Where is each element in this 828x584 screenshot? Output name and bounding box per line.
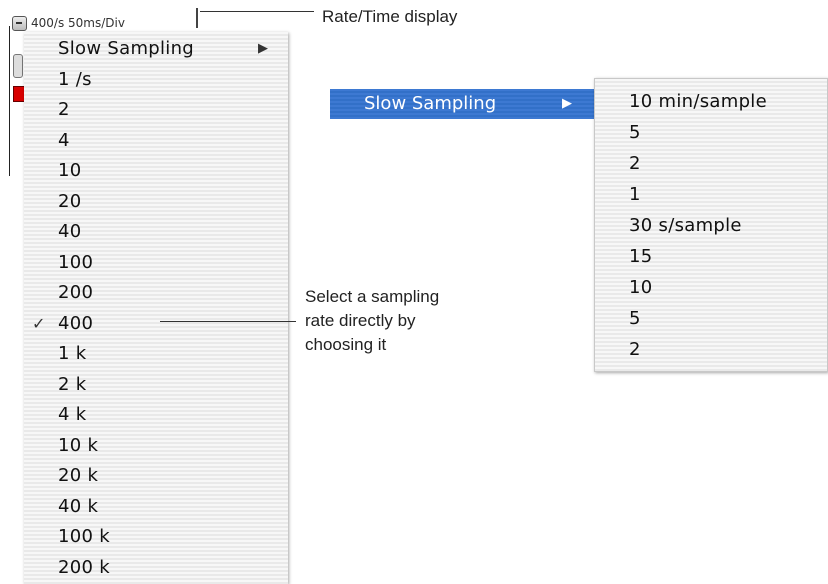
- slow-sampling-submenu: 10 min/sample 5 2 1 30 s/sample 15 10 5 2: [594, 78, 828, 372]
- submenu-item-label: 2: [629, 339, 641, 360]
- submenu-arrow-icon: ▶: [562, 96, 572, 111]
- window-divider: [196, 8, 198, 28]
- menu-item-label: 40: [58, 221, 82, 242]
- menu-item-label: 1 k: [58, 343, 87, 364]
- menu-item-label: 4: [58, 129, 70, 151]
- menu-item[interactable]: 2 k: [24, 370, 288, 400]
- submenu-item[interactable]: 2: [595, 335, 827, 365]
- rate-time-callout: Rate/Time display: [322, 7, 458, 26]
- menu-item-label: 100: [58, 251, 94, 273]
- menu-item[interactable]: 10 k: [24, 431, 288, 461]
- submenu-item-label: 5: [629, 308, 641, 329]
- menu-item-label: 20 k: [58, 465, 99, 486]
- slow-sampling-label: Slow Sampling: [364, 93, 497, 114]
- submenu-item[interactable]: 5: [595, 304, 827, 334]
- checkmark-icon: ✓: [32, 313, 46, 333]
- menu-item-label: 2 k: [58, 373, 87, 395]
- menu-item-label: 200 k: [58, 556, 111, 578]
- submenu-item[interactable]: 10: [595, 273, 827, 303]
- menu-item[interactable]: 40 k: [24, 492, 288, 522]
- menu-item-label: 10: [58, 160, 82, 181]
- rate-time-callout-line: [200, 11, 314, 12]
- menu-item-label: 2: [58, 99, 70, 120]
- side-control-button[interactable]: [13, 54, 23, 78]
- select-rate-callout-line2: rate directly by: [305, 311, 416, 330]
- menu-item[interactable]: 20: [24, 187, 288, 217]
- menu-item[interactable]: 2: [24, 95, 288, 125]
- submenu-item-label: 1: [629, 184, 641, 205]
- menu-item[interactable]: Slow Sampling ▶: [24, 34, 288, 64]
- menu-item-label: 400: [58, 312, 94, 334]
- submenu-item[interactable]: 30 s/sample: [595, 211, 827, 241]
- submenu-item-label: 15: [629, 246, 653, 267]
- menu-item[interactable]: 10: [24, 156, 288, 186]
- menu-item[interactable]: 20 k: [24, 461, 288, 491]
- menu-item-label: 100 k: [58, 526, 111, 547]
- sampling-rate-menu: Slow Sampling ▶ 1 /s 2 4 10 20 40 100 200 ✓ 400 1 k 2…: [24, 32, 288, 584]
- menu-item[interactable]: 100 k: [24, 522, 288, 552]
- submenu-item[interactable]: 1: [595, 180, 827, 210]
- submenu-arrow-icon: ▶: [258, 41, 269, 56]
- submenu-item-label: 2: [629, 153, 641, 174]
- menu-item-label: 1 /s: [58, 68, 92, 90]
- submenu-item-label: 30 s/sample: [629, 215, 742, 236]
- slow-sampling-menu-item-highlighted[interactable]: Slow Sampling ▶: [330, 89, 594, 119]
- rate-time-display-text: 400/s 50ms/Div: [31, 16, 125, 30]
- menu-item-label: 4 k: [58, 404, 87, 425]
- menu-item[interactable]: 40: [24, 217, 288, 247]
- menu-item[interactable]: 100: [24, 248, 288, 278]
- submenu-item[interactable]: 15: [595, 242, 827, 272]
- submenu-item[interactable]: 10 min/sample: [595, 87, 827, 117]
- submenu-item[interactable]: 5: [595, 118, 827, 148]
- menu-item[interactable]: 200: [24, 278, 288, 308]
- menu-item[interactable]: 4 k: [24, 400, 288, 430]
- menu-item-label: 40 k: [58, 495, 99, 517]
- menu-item[interactable]: 1 k: [24, 339, 288, 369]
- rate-popup-icon[interactable]: [12, 16, 27, 31]
- submenu-item-label: 5: [629, 122, 641, 143]
- menu-item-label: Slow Sampling: [58, 38, 195, 59]
- select-rate-callout-line3: choosing it: [305, 335, 387, 354]
- menu-item[interactable]: 200 k: [24, 553, 288, 583]
- submenu-item-label: 10 min/sample: [629, 91, 767, 112]
- menu-item-label: 200: [58, 282, 94, 303]
- select-rate-callout-line: [160, 321, 296, 322]
- submenu-item-label: 10: [629, 277, 653, 298]
- menu-item[interactable]: 4: [24, 126, 288, 156]
- menu-item[interactable]: 1 /s: [24, 65, 288, 95]
- menu-item[interactable]: ✓ 400: [24, 309, 288, 339]
- window-edge: [9, 26, 10, 176]
- submenu-item[interactable]: 2: [595, 149, 827, 179]
- menu-item-label: 20: [58, 190, 82, 212]
- menu-item-label: 10 k: [58, 434, 99, 456]
- select-rate-callout-line1: Select a sampling: [305, 287, 440, 306]
